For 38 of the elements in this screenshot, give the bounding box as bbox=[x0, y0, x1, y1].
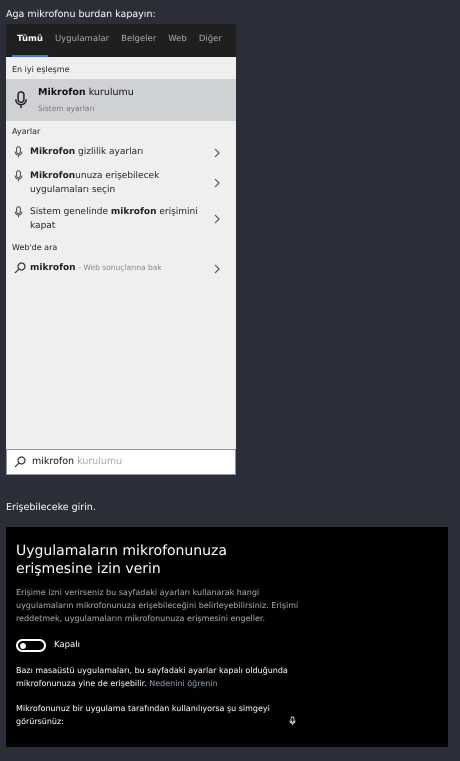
microphone-icon bbox=[14, 146, 23, 158]
search-icon bbox=[14, 262, 26, 274]
section-heading: En iyi eşleşme bbox=[11, 64, 71, 76]
search-suggestion: kurulumu bbox=[77, 454, 122, 469]
tab[interactable]: Web bbox=[163, 24, 192, 57]
chevron-icon bbox=[214, 264, 220, 274]
chevron-icon bbox=[214, 148, 220, 158]
section-heading: Ayarlar bbox=[11, 126, 42, 138]
microphone-icon bbox=[14, 170, 23, 182]
microphone-icon bbox=[14, 90, 28, 110]
settings-title: Uygulamaların mikrofonunuza erişmesine izin verin bbox=[16, 542, 228, 578]
tab[interactable]: Uygulamalar bbox=[50, 24, 114, 57]
settings-description: Erişime izni verirseniz bu sayfadaki ayarları kullanarak hangi uygulamaların mikrofonunuza erişebileceğini belirleyebilirsiniz. Erişimi reddetmek, uygulamaların mikrofonunuza erişmesini engeller. bbox=[16, 587, 300, 625]
result-item[interactable]: Mikrofon gizlilik ayarları bbox=[6, 141, 236, 165]
instruction-text: Aga mikrofonu burdan kapayın: bbox=[5, 8, 157, 22]
chevron-icon bbox=[214, 214, 220, 224]
result-text: Sistem genelinde mikrofon erişimini kapat bbox=[30, 207, 198, 231]
toggle-label: Kapalı bbox=[54, 639, 80, 652]
microphone-icon bbox=[289, 716, 296, 726]
learn-more-link[interactable]: Nedenini öğrenin bbox=[149, 679, 218, 688]
chevron-icon bbox=[214, 178, 220, 188]
settings-note: Bazı masaüstü uygulamaları, bu sayfadaki ayarlar kapalı olduğunda mikrofonunuza yine de erişebilir. Nedenini öğrenin bbox=[16, 665, 289, 690]
result-text: mikrofon bbox=[30, 263, 76, 273]
search-icon bbox=[14, 456, 26, 468]
result-item[interactable]: Sistem genelinde mikrofon erişimini kapat bbox=[6, 201, 236, 237]
result-text: Mikrofonunuza erişebilecek uygulamaları seçin bbox=[30, 171, 160, 195]
tab[interactable]: Belgeler bbox=[116, 24, 162, 57]
result-text: Mikrofon gizlilik ayarları bbox=[30, 147, 144, 157]
tab[interactable]: Diğer bbox=[194, 24, 227, 57]
icon-note: Mikrofonunuz bir uygulama tarafından kullanılıyorsa şu simgeyi görürsünüz: bbox=[16, 703, 271, 728]
search-field[interactable]: mikrofon kurulumu bbox=[6, 449, 236, 475]
toggle-switch[interactable] bbox=[16, 639, 46, 652]
result-title: Mikrofon kurulumu bbox=[38, 86, 134, 100]
microphone-icon bbox=[14, 206, 23, 218]
result-item[interactable]: Mikrofonunuza erişebilecek uygulamaları seçin bbox=[6, 165, 236, 201]
section-heading: Web'de ara bbox=[11, 242, 58, 254]
instruction-text: Erişebileceke girin. bbox=[5, 501, 97, 515]
search-value: mikrofon bbox=[32, 454, 74, 469]
